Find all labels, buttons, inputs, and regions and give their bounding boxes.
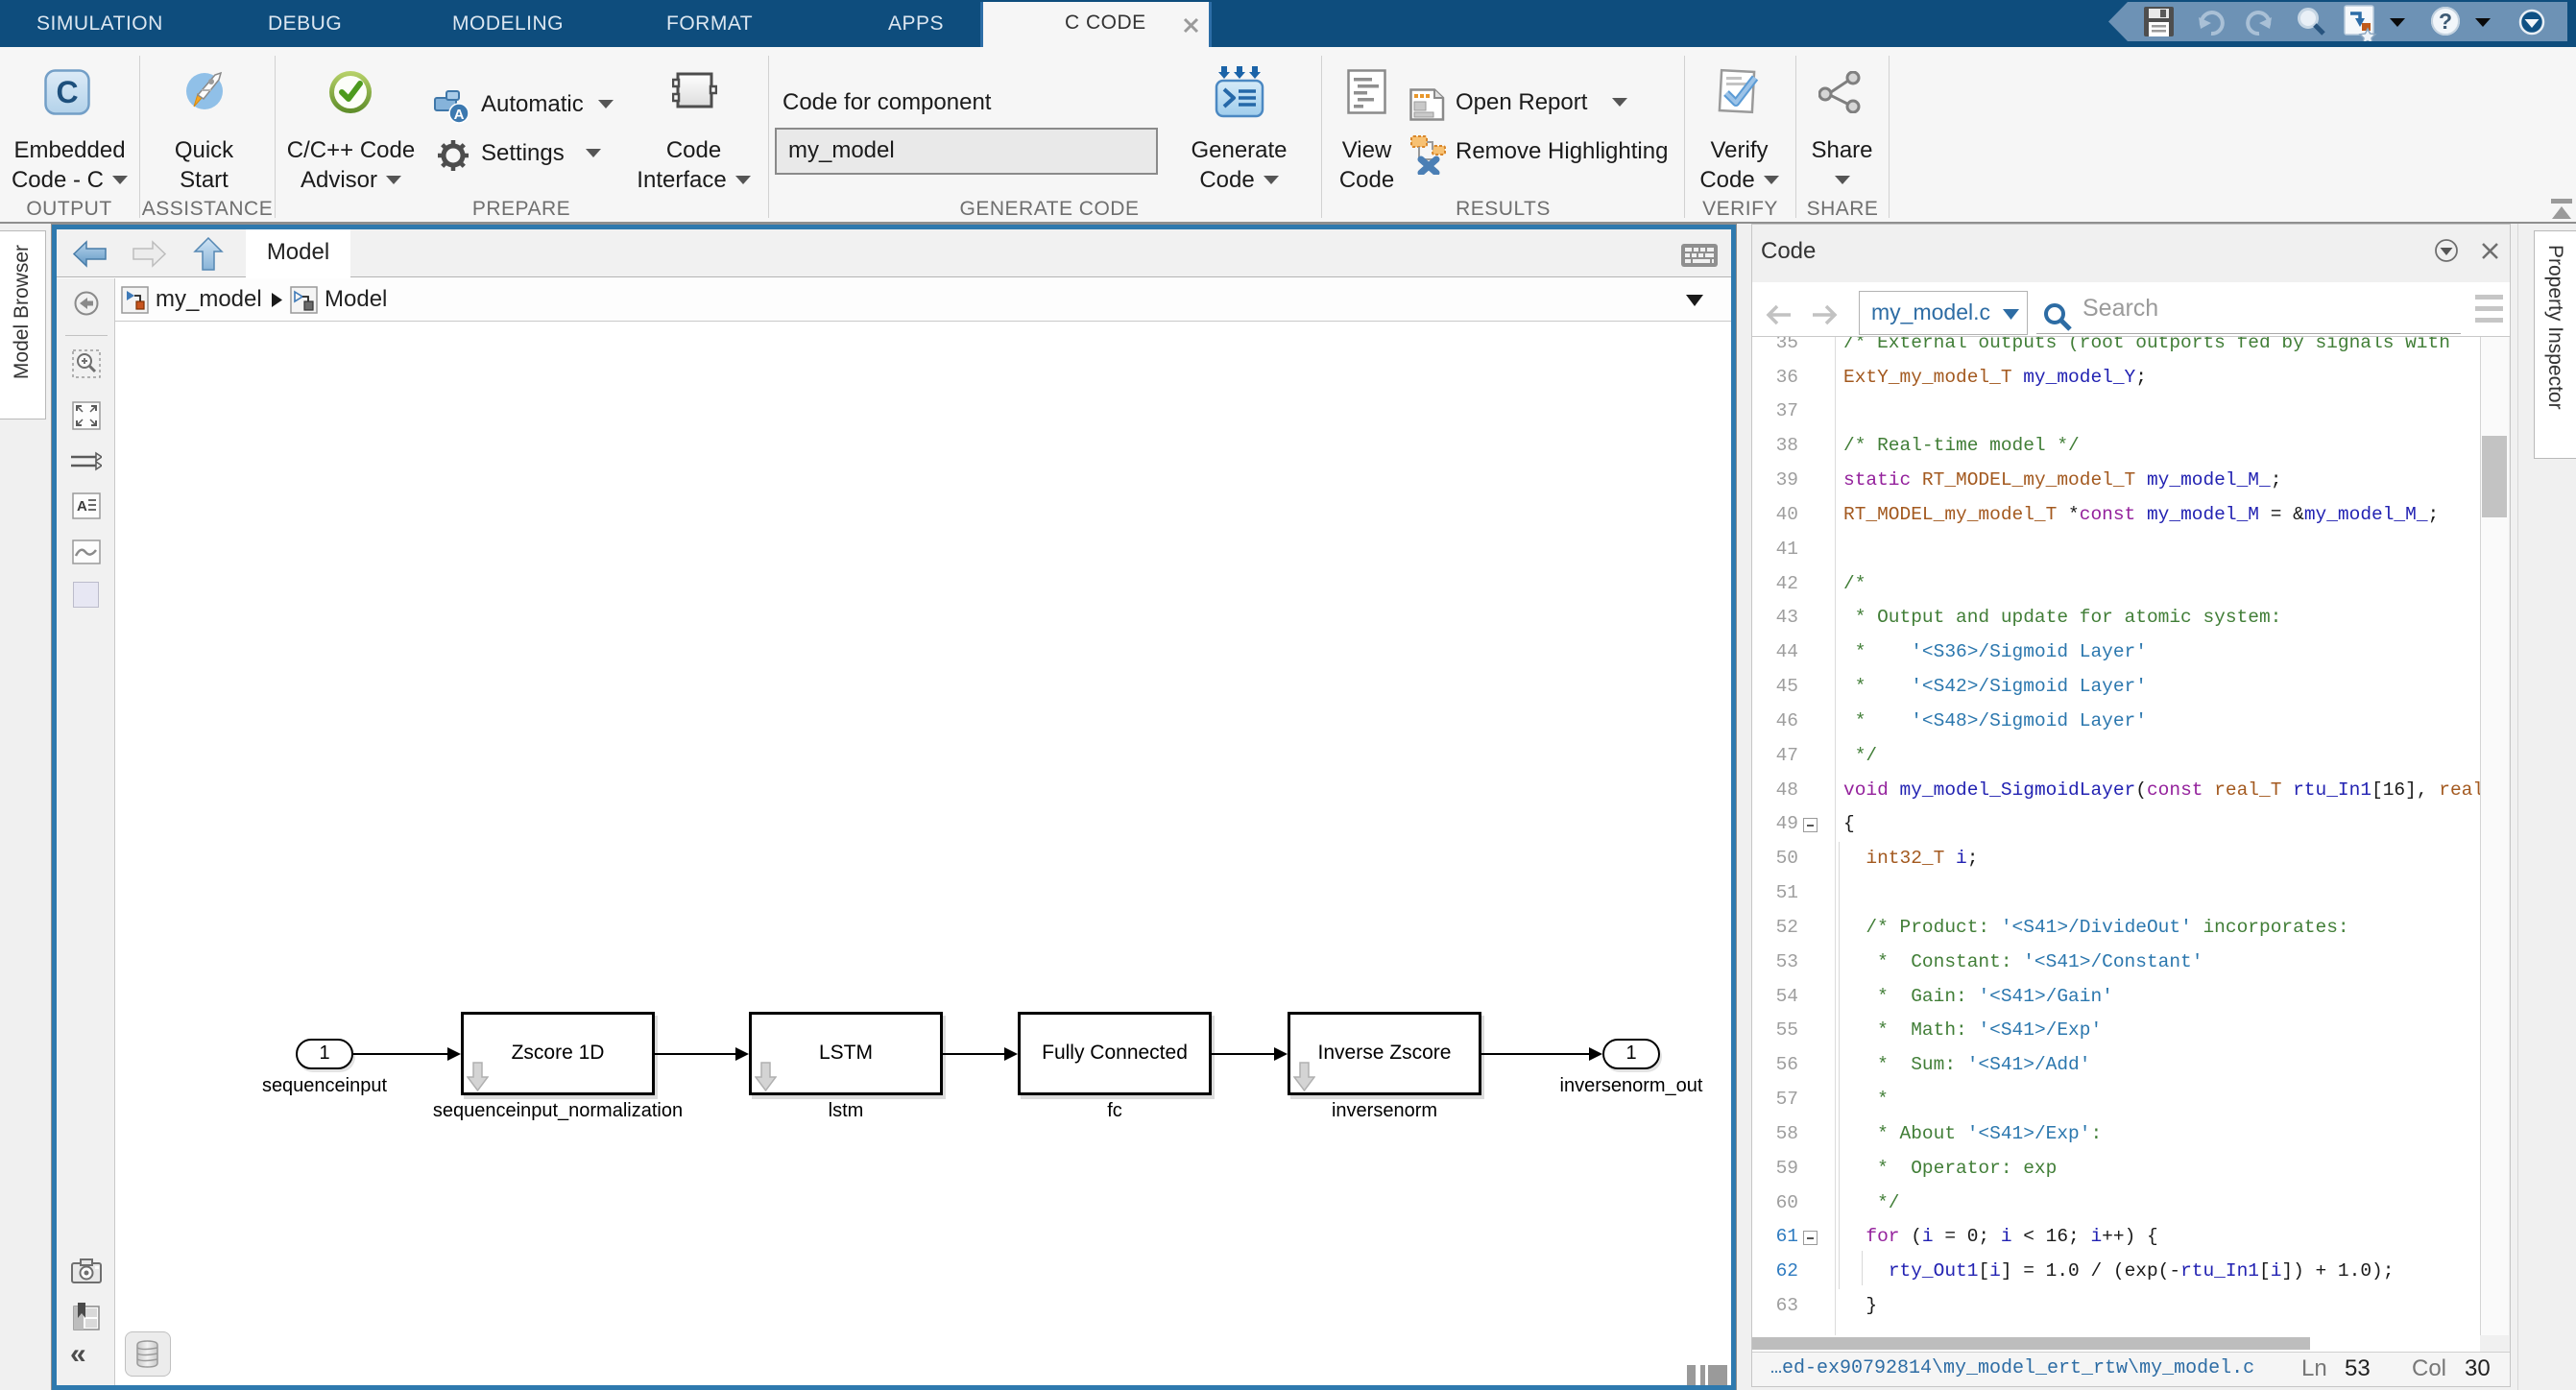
svg-text:?: ?	[2439, 9, 2452, 34]
svg-text:C: C	[56, 75, 78, 109]
svg-text:A: A	[454, 107, 465, 123]
svg-text:A: A	[77, 498, 87, 515]
